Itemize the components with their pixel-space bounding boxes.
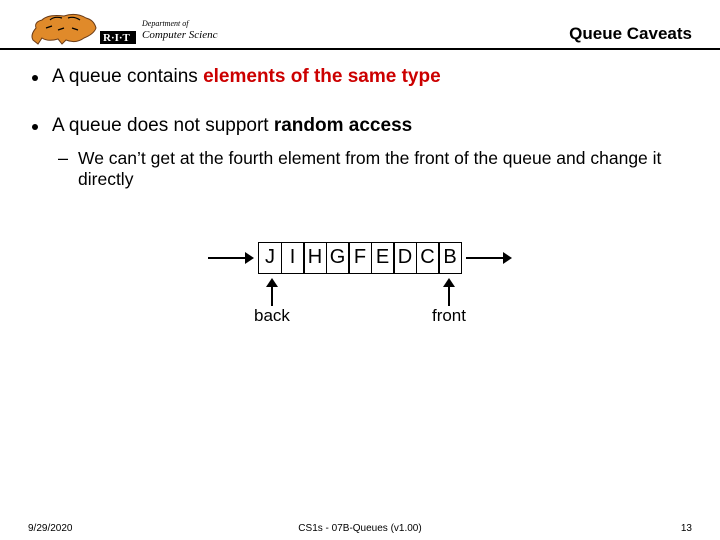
bullet-emphasis: random access: [274, 115, 412, 136]
bullet-item: A queue does not support random access: [32, 115, 688, 138]
bullet-text: A queue does not support random access: [52, 115, 412, 138]
front-pointer: front: [432, 278, 466, 326]
bullet-lead: A queue contains: [52, 66, 203, 87]
arrow-in-icon: [208, 249, 254, 267]
queue-labels: back front: [210, 278, 510, 326]
queue-row: J I H G F E D C B: [208, 242, 512, 274]
queue-cell: H: [303, 242, 327, 274]
footer-course: CS1s - 07B-Queues (v1.00): [298, 523, 421, 534]
slide-title: Queue Caveats: [569, 24, 692, 44]
bullet-item: A queue contains elements of the same ty…: [32, 66, 688, 89]
sub-bullet: – We can’t get at the fourth element fro…: [58, 148, 688, 190]
footer-date: 9/29/2020: [28, 523, 73, 534]
queue-cell: D: [393, 242, 417, 274]
svg-text:R·I·T: R·I·T: [103, 32, 131, 44]
back-pointer: back: [254, 278, 290, 326]
bullet-dot-icon: [32, 75, 38, 81]
slide-header: R·I·T Department of Computer Science Que…: [0, 0, 720, 50]
back-label: back: [254, 306, 290, 326]
dash-icon: –: [58, 148, 68, 169]
bullet-text: A queue contains elements of the same ty…: [52, 66, 441, 89]
queue-cells: J I H G F E D C B: [258, 242, 462, 274]
queue-cell: C: [416, 242, 440, 274]
sub-bullet-text: We can’t get at the fourth element from …: [78, 148, 688, 190]
svg-text:Computer Science: Computer Science: [142, 29, 218, 41]
svg-text:Department of: Department of: [141, 19, 190, 28]
slide-body: A queue contains elements of the same ty…: [0, 50, 720, 326]
arrow-up-icon: [264, 278, 280, 306]
arrow-out-icon: [466, 249, 512, 267]
queue-diagram: J I H G F E D C B back front: [32, 242, 688, 326]
queue-cell: G: [326, 242, 350, 274]
bullet-lead: A queue does not support: [52, 115, 274, 136]
bullet-dot-icon: [32, 124, 38, 130]
queue-cell: J: [258, 242, 282, 274]
institution-logo: R·I·T Department of Computer Science: [28, 10, 218, 46]
queue-cell: E: [371, 242, 395, 274]
rit-tiger-logo-icon: R·I·T Department of Computer Science: [28, 10, 218, 46]
slide-footer: 9/29/2020 CS1s - 07B-Queues (v1.00) 13: [0, 523, 720, 534]
footer-page-number: 13: [681, 523, 692, 534]
queue-cell: B: [438, 242, 462, 274]
arrow-up-icon: [441, 278, 457, 306]
queue-cell: I: [281, 242, 305, 274]
queue-cell: F: [348, 242, 372, 274]
bullet-emphasis: elements of the same type: [203, 66, 441, 87]
front-label: front: [432, 306, 466, 326]
